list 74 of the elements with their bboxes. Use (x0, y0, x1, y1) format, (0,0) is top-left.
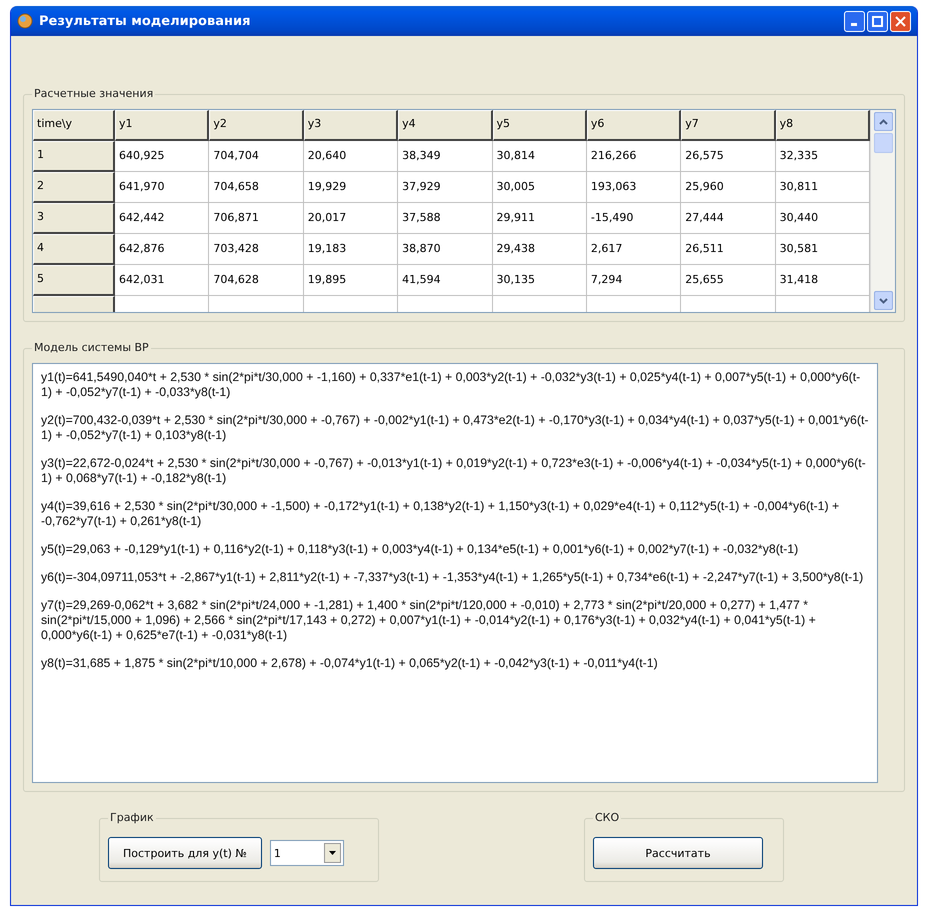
column-header[interactable]: time\y (33, 110, 115, 141)
app-icon (17, 13, 33, 29)
table-cell: 26,575 (681, 141, 776, 172)
row-header: 3 (33, 203, 115, 234)
row-header: 5 (33, 265, 115, 296)
table-cell: 642,031 (115, 265, 210, 296)
table-cell: 19,929 (304, 172, 398, 203)
table-cell: 703,428 (209, 234, 304, 265)
column-header[interactable]: y6 (586, 110, 682, 141)
table-cell: 20,640 (304, 141, 398, 172)
table-cell: 26,511 (681, 234, 776, 265)
table-cell: 7,294 (586, 265, 682, 296)
table-cell: 20,017 (304, 203, 398, 234)
group-title: График (108, 811, 156, 824)
table-cell: 642,876 (115, 234, 210, 265)
table-cell: 193,063 (586, 172, 682, 203)
equation-text: y1(t)=641,5490,040*t + 2,530 * sin(2*pi*t/30,000 + -1,160) + 0,337*e1(t-1) + 0,003*y2(t-1) + -0,032*y3(t-1) + 0,025*y4(t-1) + 0,007*y5(t-1) + 0,000*y6(t-1) + -0,052*y7(t-1) + -0,033*y8(t-1) (41, 370, 862, 400)
number-dropdown[interactable]: 1 (270, 840, 344, 866)
table-cell: 704,704 (209, 141, 304, 172)
column-header[interactable]: y7 (681, 110, 776, 141)
equation-text: y5(t)=29,063 + -0,129*y1(t-1) + 0,116*y2(t-1) + 0,118*y3(t-1) + 0,003*y4(t-1) + 0,134*e5(t-1) + 0,001*y6(t-1) + 0,002*y7(t-1) + -0,032*y8(t-1) (41, 542, 800, 557)
column-header[interactable]: y8 (776, 110, 870, 141)
equation-text: y3(t)=22,672-0,024*t + 2,530 * sin(2*pi*t/30,000 + -0,767) + -0,013*y1(t-1) + 0,019*y2(t-1) + 0,723*e3(t-1) + -0,006*y4(t-1) + -0,034*y5(t-1) + 0,000*y6(t-1) + 0,068*y7(t-1) + -0,182*y8(t-1) (41, 456, 867, 486)
minimize-icon[interactable] (844, 10, 865, 32)
table-cell: 641,970 (115, 172, 210, 203)
column-header[interactable]: y2 (209, 110, 304, 141)
equation-text: y4(t)=39,616 + 2,530 * sin(2*pi*t/30,000 + -1,500) + -0,172*y1(t-1) + 0,138*y2(t-1) + 1,150*y3(t-1) + 0,029*e4(t-1) + 0,112*y5(t-1) + -0,004*y6(t-1) + -0,762*y7(t-1) + 0,261*y8(t-1) (41, 499, 840, 529)
table-cell: 19,183 (304, 234, 398, 265)
equation-text: y2(t)=700,432-0,039*t + 2,530 * sin(2*pi*t/30,000 + -0,767) + -0,002*y1(t-1) + 0,473*e2(t-1) + -0,170*y3(t-1) + 0,034*y4(t-1) + 0,037*y5(t-1) + 0,001*y6(t-1) + -0,052*y7(t-1) + 0,103*y8(t-1) (41, 413, 869, 443)
table-cell: 30,814 (492, 141, 587, 172)
row-header: 2 (33, 172, 115, 203)
table-cell: 25,655 (681, 265, 776, 296)
plot-button[interactable]: Построить для y(t) № (108, 837, 262, 869)
calculate-button[interactable]: Рассчитать (593, 837, 763, 869)
table-cell: 706,871 (209, 203, 304, 234)
scroll-up-icon[interactable] (874, 112, 892, 131)
table-cell: 704,658 (209, 172, 304, 203)
table-cell: 216,266 (586, 141, 682, 172)
equation-text: y7(t)=29,269-0,062*t + 3,682 * sin(2*pi*t/24,000 + -1,281) + 1,400 * sin(2*pi*t/120,000 + -0,010) + 2,773 * sin(2*pi*t/20,000 + 0,277) + 1,477 * sin(2*pi*t/15,000 + 1,096) + 2,566 * sin(2*pi*t/17,143 + 0,272) + 0,007*y1(t-1) + -0,014*y2(t-1) + 0,176*y3(t-1) + 0,032*y4(t-1) + 0,041*y5(t-1) + 0,000*y6(t-1) + 0,625*e7(t-1) + -0,031*y8(t-1) (41, 598, 817, 643)
table-cell: 38,349 (398, 141, 492, 172)
table-cell: 30,005 (492, 172, 587, 203)
equation-text: y6(t)=-304,09711,053*t + -2,867*y1(t-1) + 2,811*y2(t-1) + -7,337*y3(t-1) + -1,353*y4(t-1) + 1,265*y5(t-1) + 0,734*e6(t-1) + -2,247*y7(t-1) + 3,500*y8(t-1) (41, 570, 864, 585)
group-title: Модель системы ВР (32, 341, 151, 354)
column-header[interactable]: y4 (398, 110, 492, 141)
scroll-thumb[interactable] (874, 133, 892, 153)
table-cell: 41,594 (398, 265, 492, 296)
equation-text: y8(t)=31,685 + 1,875 * sin(2*pi*t/10,000 + 2,678) + -0,074*y1(t-1) + 0,065*y2(t-1) + -0,042*y3(t-1) + -0,011*y4(t-1) (41, 656, 659, 671)
table-cell: 37,929 (398, 172, 492, 203)
table-cell: 640,925 (115, 141, 210, 172)
table-cell: 704,628 (209, 265, 304, 296)
row-header: 1 (33, 141, 115, 172)
table-cell: 38,870 (398, 234, 492, 265)
dropdown-arrow-icon (328, 851, 336, 855)
table-cell: 25,960 (681, 172, 776, 203)
table-cell: 27,444 (681, 203, 776, 234)
scroll-down-icon[interactable] (874, 291, 892, 310)
row-header: 4 (33, 234, 115, 265)
table-cell: 37,588 (398, 203, 492, 234)
table-cell: -15,490 (586, 203, 682, 234)
table-cell: 29,438 (492, 234, 587, 265)
column-header[interactable]: y1 (115, 110, 210, 141)
table-cell: 642,442 (115, 203, 210, 234)
table-cell: 29,911 (492, 203, 587, 234)
table-cell: 19,895 (304, 265, 398, 296)
close-icon[interactable] (890, 10, 911, 32)
scrollbar[interactable] (870, 110, 895, 312)
table-cell: 30,135 (492, 265, 587, 296)
group-title: Расчетные значения (32, 87, 156, 100)
maximize-icon[interactable] (867, 10, 888, 32)
group-title: СКО (593, 811, 622, 824)
column-header[interactable]: y5 (492, 110, 587, 141)
window-title: Результаты моделирования (39, 14, 252, 28)
table-cell: 2,617 (586, 234, 682, 265)
column-header[interactable]: y3 (304, 110, 398, 141)
